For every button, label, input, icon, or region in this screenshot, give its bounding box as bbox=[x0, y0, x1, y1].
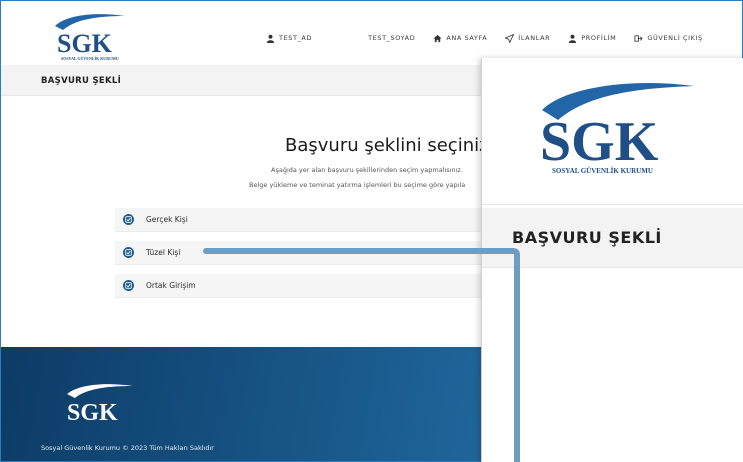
zoom-inset: SGK SOSYAL GÜVENLİK KURUMU BAŞVURU ŞEKLİ bbox=[481, 58, 743, 462]
nav-home[interactable]: ANA SAYFA bbox=[433, 34, 487, 43]
send-icon bbox=[505, 33, 515, 43]
top-navigation-bar: SGK SOSYAL GÜVENLİK KURUMU TEST_AD TEST_… bbox=[1, 1, 742, 65]
footer-sgk-logo: SGK bbox=[67, 384, 133, 426]
selection-heading: Başvuru şeklini seçiniz bbox=[285, 135, 489, 156]
option-label: Ortak Girişim bbox=[146, 281, 196, 290]
nav-user-name[interactable]: TEST_AD bbox=[266, 34, 312, 43]
page-title: BAŞVURU ŞEKLİ bbox=[41, 76, 122, 86]
zoomed-subheader: BAŞVURU ŞEKLİ bbox=[482, 208, 743, 268]
zoomed-logo-text: SGK bbox=[540, 111, 659, 173]
logout-icon bbox=[634, 34, 644, 42]
check-icon bbox=[123, 214, 134, 225]
user-icon bbox=[266, 34, 275, 43]
option-label: Gerçek Kişi bbox=[146, 215, 188, 224]
footer-logo-text: SGK bbox=[67, 400, 118, 426]
user-name-label: TEST_AD bbox=[279, 34, 313, 42]
sgk-logo[interactable]: SGK SOSYAL GÜVENLİK KURUMU bbox=[47, 10, 127, 62]
option-ortak-girisim[interactable]: Ortak Girişim bbox=[115, 274, 495, 298]
check-icon bbox=[123, 247, 134, 258]
logo-text: SGK bbox=[57, 29, 113, 58]
option-label: Tüzel Kişi bbox=[146, 248, 181, 257]
nav-user-surname[interactable]: TEST_SOYAD bbox=[368, 34, 415, 42]
option-gercek-kisi[interactable]: Gerçek Kişi bbox=[115, 208, 495, 232]
nav-logout[interactable]: GÜVENLİ ÇIKIŞ bbox=[634, 34, 702, 43]
home-label: ANA SAYFA bbox=[446, 34, 488, 42]
zoomed-logo-subtitle: SOSYAL GÜVENLİK KURUMU bbox=[552, 167, 653, 175]
zoom-divider bbox=[482, 204, 743, 205]
profile-label: PROFİLİM bbox=[581, 34, 617, 42]
instruction-text-2: Belge yükleme ve teminat yatırma işlemle… bbox=[249, 181, 466, 189]
logout-label: GÜVENLİ ÇIKIŞ bbox=[647, 34, 703, 42]
instruction-text-1: Aşağıda yer alan başvuru şekillerinden s… bbox=[271, 166, 463, 174]
zoomed-page-title: BAŞVURU ŞEKLİ bbox=[512, 228, 662, 247]
zoomed-sgk-logo: SGK SOSYAL GÜVENLİK KURUMU bbox=[540, 83, 694, 175]
check-icon bbox=[123, 280, 134, 291]
profile-icon bbox=[569, 34, 577, 43]
home-icon bbox=[433, 34, 442, 42]
main-nav: TEST_AD TEST_SOYAD ANA SAYFA İLANLAR PRO… bbox=[266, 31, 721, 45]
nav-listings[interactable]: İLANLAR bbox=[505, 33, 551, 43]
logo-subtitle: SOSYAL GÜVENLİK KURUMU bbox=[61, 56, 119, 61]
user-surname-label: TEST_SOYAD bbox=[368, 34, 416, 42]
nav-profile[interactable]: PROFİLİM bbox=[568, 34, 616, 43]
copyright-text: Sosyal Güvenlik Kurumu © 2023 Tüm Haklar… bbox=[41, 444, 214, 452]
option-tuzel-kisi[interactable]: Tüzel Kişi bbox=[115, 241, 495, 265]
listings-label: İLANLAR bbox=[518, 34, 551, 42]
